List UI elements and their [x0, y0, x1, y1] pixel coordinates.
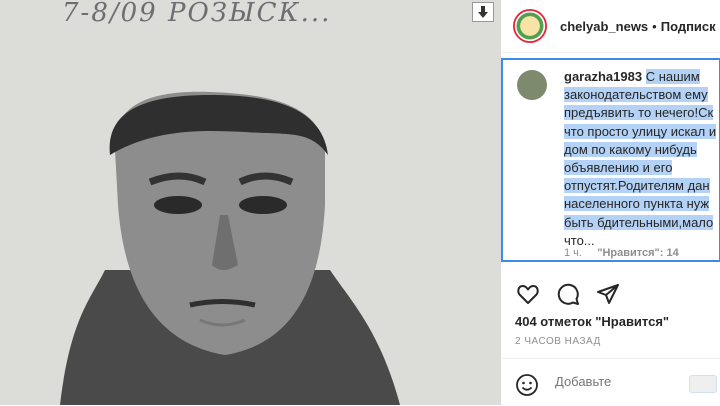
post-actions — [515, 281, 621, 307]
comment-line: законодательством ему — [564, 87, 708, 103]
comment-line: дом по какому нибудь — [564, 141, 697, 157]
speech-bubble-icon — [557, 283, 579, 305]
smiley-icon — [516, 374, 538, 396]
comment-line: населенного пункта нуж — [564, 196, 710, 212]
download-arrow-icon[interactable] — [472, 2, 494, 22]
post-timestamp: 2 ЧАСОВ НАЗАД — [515, 336, 601, 347]
separator-dot: • — [652, 18, 657, 34]
like-button[interactable] — [515, 281, 541, 307]
comment-line: быть бдительными,мало — [564, 214, 714, 230]
paper-plane-icon — [597, 284, 619, 304]
comment: garazha1983 С нашим законодательством ем… — [564, 68, 719, 250]
arrow-down-icon — [478, 6, 488, 18]
emoji-button[interactable] — [515, 373, 539, 397]
comment-time: 1 ч. — [564, 247, 582, 259]
comment-likes[interactable]: "Нравится": 14 — [597, 247, 678, 259]
comment-line: отпустят.Родителям дан — [564, 178, 710, 194]
post-sidebar: chelyab_news • Подписк garazha1983 С наш… — [500, 0, 720, 405]
suspect-sketch-image — [0, 0, 500, 405]
post-header: chelyab_news • Подписк — [501, 0, 720, 53]
comments-section[interactable]: garazha1983 С нашим законодательством ем… — [501, 58, 720, 262]
commenter-avatar[interactable] — [517, 70, 547, 100]
follow-button[interactable]: Подписк — [661, 19, 716, 34]
share-button[interactable] — [595, 281, 621, 307]
likes-count[interactable]: 404 отметок "Нравится" — [515, 314, 669, 329]
comment-line: что просто улицу искал и — [564, 123, 717, 139]
comment-line: что... — [564, 232, 595, 248]
comment-line: С нашим — [645, 69, 700, 84]
account-avatar[interactable] — [513, 9, 547, 43]
post-comment-button[interactable] — [689, 375, 717, 393]
comment-button[interactable] — [555, 281, 581, 307]
comment-meta: 1 ч. "Нравится": 14 — [564, 247, 679, 259]
comment-input[interactable] — [553, 373, 687, 390]
post-photo: 7-8/09 РОЗЫСК... — [0, 0, 500, 405]
comment-line: объявлению и его — [564, 160, 673, 176]
add-comment-row — [501, 358, 720, 406]
photo-caption: 7-8/09 РОЗЫСК... — [62, 0, 332, 28]
account-username[interactable]: chelyab_news — [560, 19, 648, 34]
heart-icon — [517, 285, 539, 304]
comment-username[interactable]: garazha1983 — [564, 69, 642, 84]
comment-line: предъявить то нечего!Ск — [564, 105, 714, 121]
